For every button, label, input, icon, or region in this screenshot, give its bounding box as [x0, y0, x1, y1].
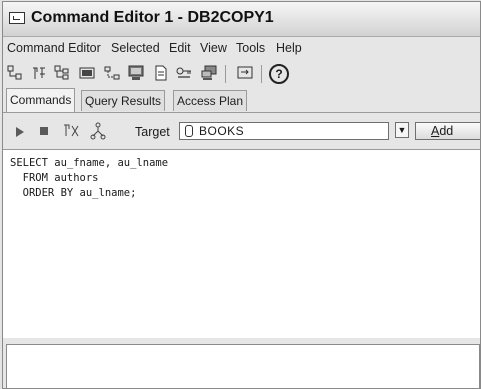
target-label: Target	[135, 125, 170, 139]
command-editor-window: Command Editor 1 - DB2COPY1 Command Edit…	[2, 1, 481, 389]
explain-icon[interactable]	[62, 122, 80, 143]
tab-access-plan[interactable]: Access Plan	[173, 90, 248, 111]
editor-tabs: Commands Query Results Access Plan	[3, 88, 480, 112]
db-tree-icon[interactable]	[54, 65, 70, 81]
link-icon[interactable]	[104, 65, 120, 81]
stop-icon[interactable]	[40, 127, 48, 135]
terminal-icon[interactable]	[79, 65, 95, 81]
tab-query-results[interactable]: Query Results	[81, 90, 166, 111]
target-value: BOOKS	[199, 124, 245, 138]
command-toolbar: Target BOOKS ▼ Add	[9, 119, 480, 145]
menu-view[interactable]: View	[200, 41, 227, 55]
menu-edit[interactable]: Edit	[169, 41, 191, 55]
main-toolbar: ?	[3, 60, 480, 86]
disconnect-icon[interactable]	[31, 65, 47, 81]
document-icon[interactable]	[153, 65, 169, 81]
toolbar-separator	[225, 65, 226, 83]
access-plan-icon[interactable]	[89, 122, 107, 143]
code-line: ORDER BY au_lname;	[10, 187, 137, 199]
connect-icon[interactable]	[7, 65, 23, 81]
sql-editor[interactable]: SELECT au_fname, au_lname FROM authors O…	[3, 149, 480, 339]
monitor-icon[interactable]	[128, 65, 144, 81]
help-icon[interactable]: ?	[269, 64, 289, 84]
workstation-icon[interactable]	[201, 65, 217, 81]
run-icon[interactable]	[237, 65, 253, 81]
command-window-icon	[9, 12, 25, 24]
database-icon	[185, 125, 193, 137]
add-button[interactable]: Add	[415, 122, 480, 140]
tab-divider	[3, 112, 480, 113]
menu-help[interactable]: Help	[276, 41, 302, 55]
chevron-down-icon[interactable]: ▼	[395, 122, 409, 138]
title-bar[interactable]: Command Editor 1 - DB2COPY1	[3, 2, 480, 37]
menu-bar: Command Editor Selected Edit View Tools …	[3, 38, 480, 58]
code-line: FROM authors	[10, 172, 99, 184]
execute-icon[interactable]	[16, 127, 24, 137]
target-combo[interactable]: BOOKS	[179, 122, 389, 140]
menu-selected[interactable]: Selected	[111, 41, 160, 55]
output-pane[interactable]	[6, 344, 480, 388]
add-button-rest: dd	[439, 124, 454, 138]
tab-commands[interactable]: Commands	[6, 88, 76, 112]
toolbar-separator	[261, 65, 262, 83]
code-line: SELECT au_fname, au_lname	[10, 157, 169, 169]
menu-command-editor[interactable]: Command Editor	[7, 41, 101, 55]
menu-tools[interactable]: Tools	[236, 41, 265, 55]
window-title: Command Editor 1 - DB2COPY1	[31, 9, 274, 26]
key-icon[interactable]	[176, 65, 192, 81]
